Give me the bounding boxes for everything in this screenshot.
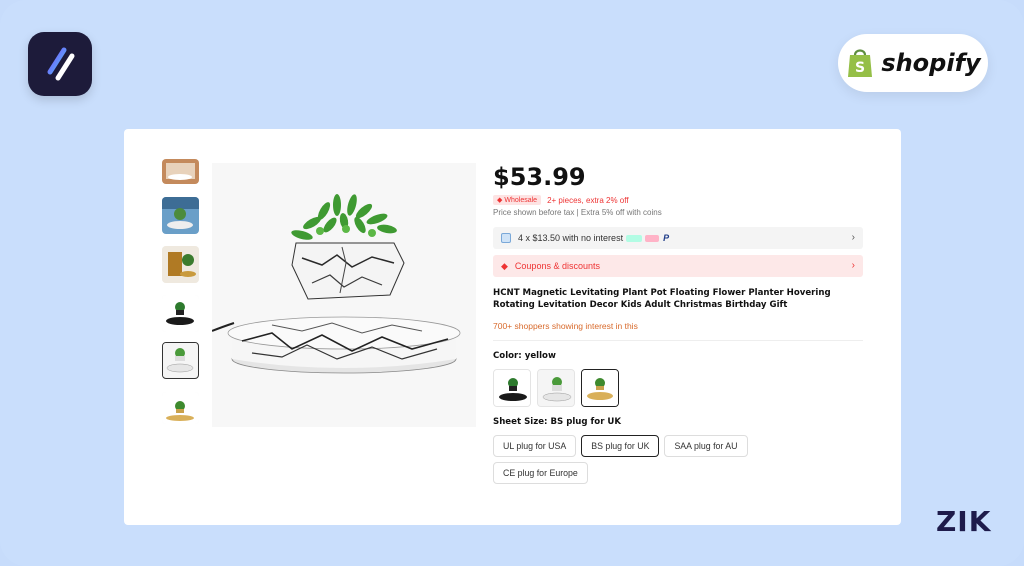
thumbnail-6[interactable] [162,392,199,424]
divider [493,340,863,341]
product-panel: $53.99 ◆ Wholesale 2+ pieces, extra 2% o… [124,129,901,525]
main-product-image [212,163,476,427]
product-info: $53.99 ◆ Wholesale 2+ pieces, extra 2% o… [493,165,863,484]
coupons-text: Coupons & discounts [514,261,600,271]
size-option-us[interactable]: UL plug for USA [493,435,577,457]
paypal-icon: P [663,233,670,243]
installment-row[interactable]: 4 x $13.50 with no interest P › [493,227,863,249]
shopify-logo: S shopify [838,34,988,92]
color-swatch-black[interactable] [493,369,531,407]
klarna-icon [645,234,660,242]
app-logo [28,32,92,96]
afterpay-icon [626,234,643,242]
thumbnail-4[interactable] [162,295,199,332]
installment-text: 4 x $13.50 with no interest [518,233,624,243]
svg-text:S: S [855,60,865,76]
color-label: Color: yellow [493,351,556,361]
wholesale-text: 2+ pieces, extra 2% off [547,195,629,205]
size-option-eu[interactable]: CE plug for Europe [493,462,588,484]
tax-note-text: Price shown before tax [493,208,575,217]
wholesale-badge-label: Wholesale [504,196,538,204]
size-option-au[interactable]: SAA plug for AU [664,435,748,457]
coupons-row[interactable]: ◆ Coupons & discounts › [493,255,863,277]
thumbnail-3[interactable] [162,246,199,283]
shopify-bag-icon: S [848,49,873,77]
product-title: HCNT Magnetic Levitating Plant Pot Float… [493,288,831,310]
color-swatch-yellow[interactable] [581,369,619,407]
size-label: Sheet Size: BS plug for UK [493,417,622,427]
price: $53.99 [493,163,586,191]
size-option-uk[interactable]: BS plug for UK [581,435,660,457]
shopify-wordmark: shopify [881,49,981,77]
zik-logo: ZIK [936,505,992,538]
size-options: UL plug for USA BS plug for UK SAA plug … [493,435,813,484]
chevron-right-icon: › [851,260,855,271]
calendar-icon [501,233,511,243]
wholesale-row: ◆ Wholesale 2+ pieces, extra 2% off [493,195,863,205]
tax-note: Price shown before tax | Extra 5% off wi… [493,208,863,217]
coupon-tag-icon: ◆ [501,260,508,271]
tag-icon: ◆ [497,197,503,204]
chevron-right-icon: › [851,232,855,243]
color-swatches [493,369,863,407]
slash-stripes-icon [47,47,75,81]
thumbnail-2[interactable] [162,197,199,234]
color-swatch-white[interactable] [537,369,575,407]
wholesale-badge: ◆ Wholesale [493,195,542,205]
thumbnail-1[interactable] [162,159,199,184]
interest-text: 700+ shoppers showing interest in this [493,321,638,331]
coins-note-text: Extra 5% off with coins [580,208,662,217]
thumbnail-5[interactable] [162,342,199,379]
